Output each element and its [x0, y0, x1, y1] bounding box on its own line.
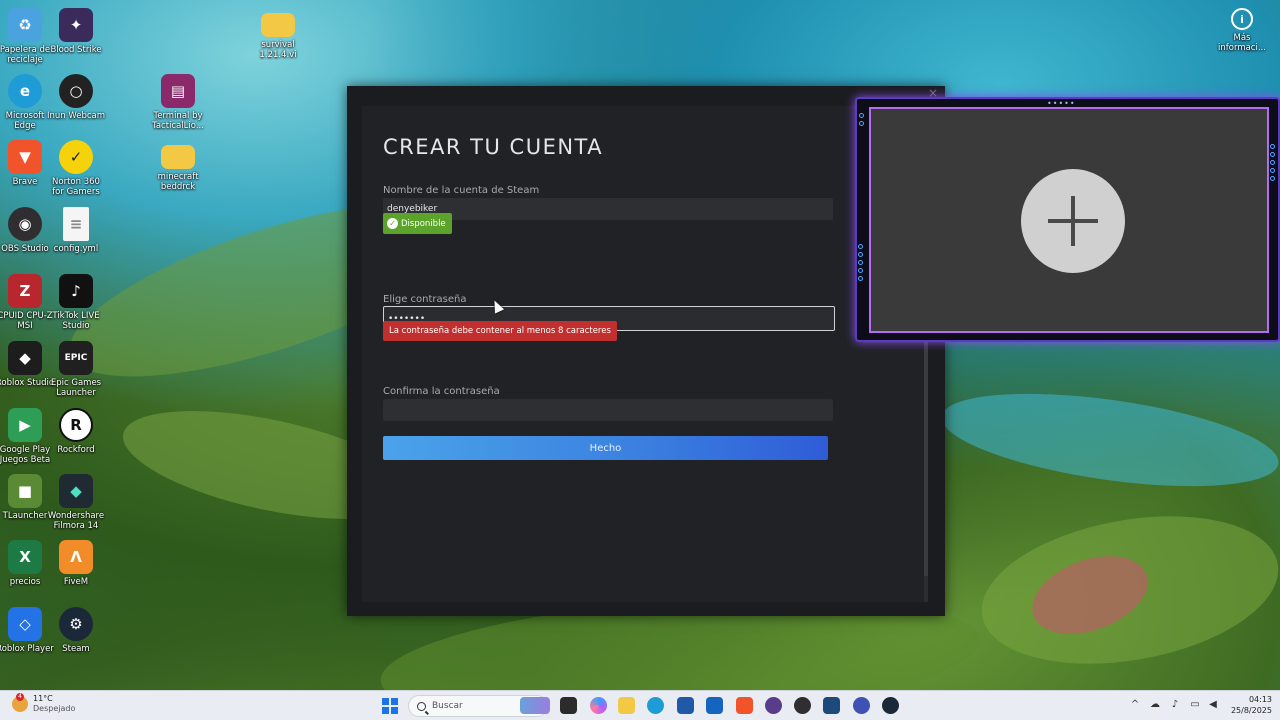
volume-icon[interactable]: ◀ [1208, 699, 1218, 711]
desktop-icon-epic-games[interactable]: EPIC Epic Games Launcher [45, 341, 107, 398]
webcam-preview [869, 107, 1269, 333]
overlay-side-dots-right [1270, 144, 1276, 184]
plus-icon[interactable] [1021, 169, 1125, 273]
tiktok-icon: ♪ [59, 274, 93, 308]
desktop-icon-norton[interactable]: ✓ Norton 360 for Gamers [45, 140, 107, 197]
app-icon[interactable] [765, 697, 782, 714]
desktop-icon-config[interactable]: ≡ config.yml [45, 207, 107, 254]
roblox-player-icon: ◇ [8, 607, 42, 641]
clock-time: 04:13 [1248, 695, 1272, 704]
cloud-icon[interactable]: ☁ [1150, 699, 1160, 711]
media-player-icon[interactable] [853, 697, 870, 714]
copilot-icon[interactable] [590, 697, 607, 714]
desktop-icon-steam[interactable]: ⚙ Steam [45, 607, 107, 654]
available-badge: ✓ Disponible [383, 213, 452, 234]
epic-games-icon: EPIC [59, 341, 93, 375]
blood-strike-icon: ✦ [59, 8, 93, 42]
taskbar: 4 11°C Despejado Buscar ^ ☁ ♪ ▭ ◀ 04:13 … [0, 690, 1280, 720]
capcut-icon[interactable] [823, 697, 840, 714]
create-account-panel [362, 106, 928, 602]
display-icon[interactable]: ▭ [1190, 699, 1200, 711]
webcam-icon: ○ [59, 74, 93, 108]
weather-desc: Despejado [33, 704, 76, 713]
desktop-icon-rockford[interactable]: R Rockford [45, 408, 107, 455]
search-placeholder: Buscar [432, 701, 463, 711]
desktop-icon-filmora[interactable]: ◆ Wondershare Filmora 14 [45, 474, 107, 531]
folder-icon [161, 145, 195, 169]
weather-widget[interactable]: 4 11°C Despejado [12, 693, 76, 714]
widgets-icon[interactable] [520, 697, 550, 714]
edge-icon: e [8, 74, 42, 108]
weather-icon: 4 [12, 693, 28, 712]
overlay-side-dots-left [859, 113, 865, 129]
chevron-up-icon[interactable]: ^ [1130, 699, 1140, 711]
page-title: CREAR TU CUENTA [383, 135, 604, 159]
recycle-bin-icon: ♻ [8, 8, 42, 42]
desktop-icon-minecraft-folder[interactable]: minecraft beddrck [147, 140, 209, 192]
rockford-icon: R [59, 408, 93, 442]
desktop-icon-more-info[interactable]: i Más informaci... [1211, 8, 1273, 53]
info-icon: i [1231, 8, 1253, 30]
clock-date: 25/8/2025 [1230, 706, 1272, 715]
microphone-icon[interactable]: ♪ [1170, 699, 1180, 711]
done-button[interactable]: Hecho [383, 436, 828, 460]
obs-icon[interactable] [794, 697, 811, 714]
desktop-icon-tiktok-live[interactable]: ♪ TikTok LIVE Studio [45, 274, 107, 331]
start-button[interactable] [382, 698, 398, 714]
outlook-icon[interactable] [706, 697, 723, 714]
overlay-side-dots-left-lower [858, 244, 864, 284]
steam-icon: ⚙ [59, 607, 93, 641]
filmora-icon: ◆ [59, 474, 93, 508]
check-icon: ✓ [387, 218, 398, 229]
cpuz-icon: Z [8, 274, 42, 308]
roblox-studio-icon: ◆ [8, 341, 42, 375]
password-error-badge: La contraseña debe contener al menos 8 c… [383, 321, 617, 341]
store-icon[interactable] [677, 697, 694, 714]
file-icon: ≡ [63, 207, 89, 241]
webcam-overlay: ••••• [855, 97, 1280, 342]
desktop-icon-survival-folder[interactable]: survival 1.21.4.vi [247, 8, 309, 60]
task-view-icon[interactable] [560, 697, 577, 714]
fivem-icon: Λ [59, 540, 93, 574]
account-name-label: Nombre de la cuenta de Steam [383, 185, 540, 196]
confirm-password-input[interactable] [383, 399, 833, 421]
folder-icon [261, 13, 295, 37]
norton-icon: ✓ [59, 140, 93, 174]
confirm-password-label: Confirma la contraseña [383, 386, 500, 397]
file-explorer-icon[interactable] [618, 697, 635, 714]
brave-icon[interactable] [736, 697, 753, 714]
edge-icon[interactable] [647, 697, 664, 714]
desktop-icon-blood-strike[interactable]: ✦ Blood Strike [45, 8, 107, 55]
brave-icon: ▼ [8, 140, 42, 174]
weather-temp: 11°C [33, 694, 53, 703]
available-text: Disponible [401, 218, 446, 229]
obs-icon: ◉ [8, 207, 42, 241]
landscape-water [936, 376, 1280, 504]
tlauncher-icon: ■ [8, 474, 42, 508]
password-error-text: La contraseña debe contener al menos 8 c… [389, 326, 611, 336]
steam-icon[interactable] [882, 697, 899, 714]
google-play-games-icon: ▶ [8, 408, 42, 442]
search-icon [417, 701, 426, 711]
password-label: Elige contraseña [383, 294, 467, 305]
desktop-icon-terminal[interactable]: ▤ Terminal by TacticalLio... [147, 74, 209, 131]
desktop-icon-fivem[interactable]: Λ FiveM [45, 540, 107, 587]
excel-icon: X [8, 540, 42, 574]
clock[interactable]: 04:13 25/8/2025 [1231, 694, 1272, 716]
weather-alert-badge: 4 [16, 693, 24, 701]
winrar-icon: ▤ [161, 74, 195, 108]
desktop-icon-inun-webcam[interactable]: ○ Inun Webcam [45, 74, 107, 121]
